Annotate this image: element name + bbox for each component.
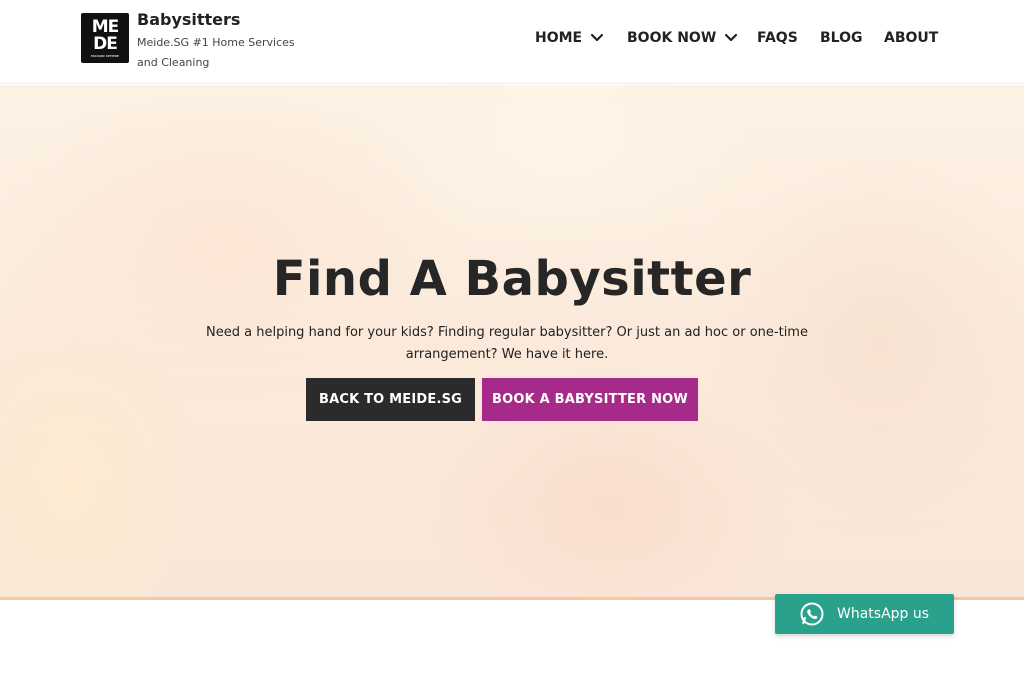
nav-item-label: HOME	[535, 30, 583, 46]
nav-item-faqs[interactable]: FAQS	[757, 30, 798, 46]
chevron-down-icon[interactable]	[590, 31, 604, 45]
site-header: ME DE MAISON SPHERE Babysitters Meide.SG…	[0, 0, 1024, 84]
book-babysitter-button[interactable]: BOOK A BABYSITTER NOW	[482, 378, 698, 421]
branding: Babysitters Meide.SG #1 Home Services an…	[137, 10, 317, 73]
logo-text-bottom: DE	[93, 33, 118, 54]
chevron-down-icon[interactable]	[724, 31, 738, 45]
nav-item-home[interactable]: HOME	[535, 30, 604, 46]
nav-item-label: ABOUT	[884, 30, 939, 46]
nav-item-book-now[interactable]: BOOK NOW	[627, 30, 738, 46]
hero-section: Find A Babysitter Need a helping hand fo…	[0, 85, 1024, 600]
hero-description: Need a helping hand for your kids? Findi…	[206, 325, 808, 362]
nav-item-label: FAQS	[757, 30, 798, 46]
whatsapp-button[interactable]: WhatsApp us	[775, 594, 954, 634]
site-title[interactable]: Babysitters	[137, 10, 317, 29]
nav-item-label: BOOK NOW	[627, 30, 717, 46]
site-logo[interactable]: ME DE MAISON SPHERE	[81, 13, 129, 63]
nav-item-about[interactable]: ABOUT	[884, 30, 938, 46]
whatsapp-icon	[800, 602, 824, 626]
logo-text-top: ME	[91, 16, 120, 37]
back-to-meide-button[interactable]: BACK TO MEIDE.SG	[306, 378, 475, 421]
nav-item-blog[interactable]: BLOG	[820, 30, 863, 46]
site-tagline: Meide.SG #1 Home Services and Cleaning	[137, 36, 295, 69]
hero-title: Find A Babysitter	[272, 251, 752, 307]
logo-subtext: MAISON SPHERE	[91, 53, 119, 58]
whatsapp-label: WhatsApp us	[837, 606, 930, 622]
nav-item-label: BLOG	[820, 30, 863, 46]
